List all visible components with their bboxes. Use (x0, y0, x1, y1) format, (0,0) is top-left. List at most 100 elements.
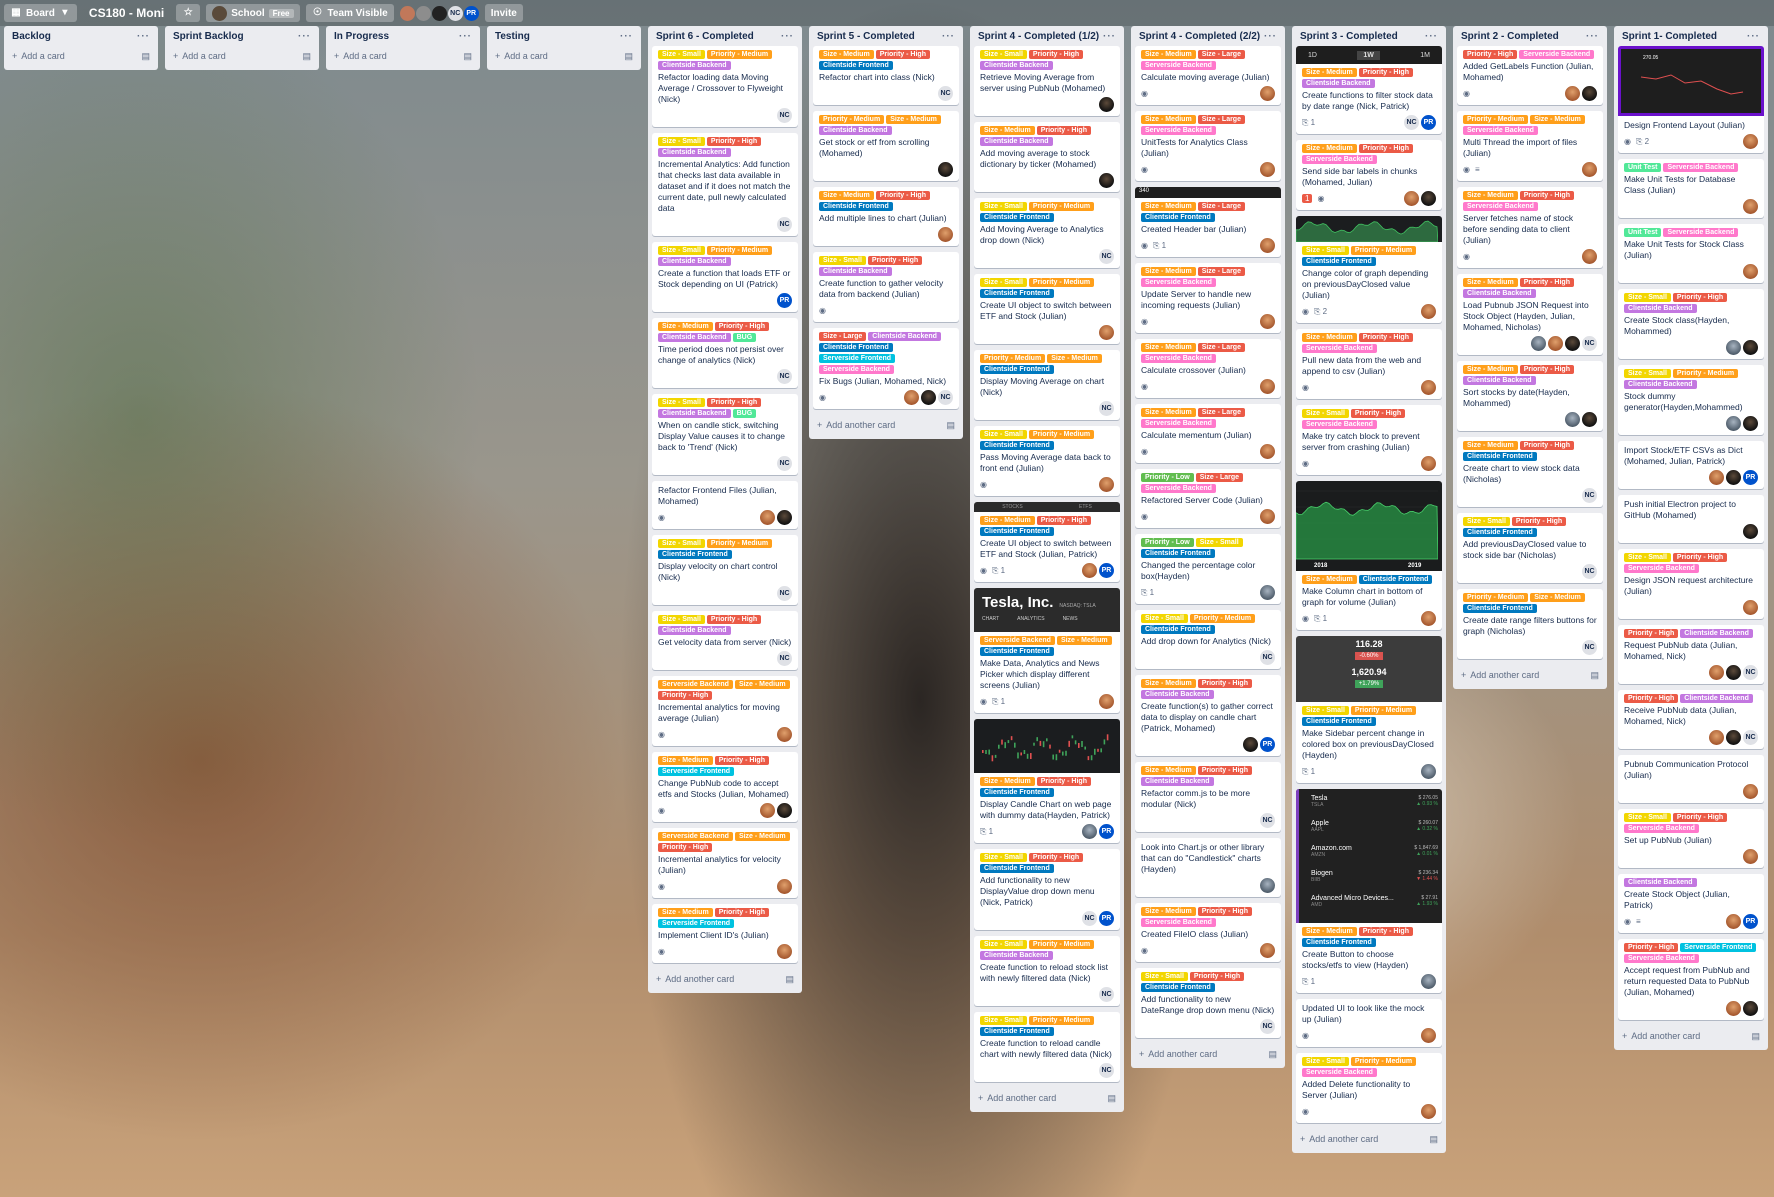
card-label[interactable]: Priority - Medium (1028, 430, 1095, 439)
member-avatar[interactable] (1743, 416, 1758, 431)
member-avatar[interactable] (1260, 379, 1275, 394)
star-button[interactable]: ☆ (176, 4, 201, 22)
member-avatar[interactable] (1582, 412, 1597, 427)
member-avatar[interactable] (1709, 730, 1724, 745)
card-label[interactable]: Clientside Backend (819, 267, 892, 276)
list-menu-icon[interactable]: ··· (298, 31, 311, 42)
card-label[interactable]: Serverside Backend (1141, 278, 1216, 287)
card-label[interactable]: Priority - High (1519, 278, 1574, 287)
card[interactable]: Size - Medium Priority - High Clientside F… (813, 46, 959, 105)
card[interactable]: Import Stock/ETF CSVs as Dict (Mohamed, … (1618, 441, 1764, 489)
card-label[interactable]: Size - Large (819, 332, 867, 341)
member-avatar[interactable]: NC (1404, 115, 1419, 130)
member-avatar[interactable] (904, 390, 919, 405)
card-label[interactable]: Clientside Backend (1680, 629, 1753, 638)
card-title[interactable]: Updated UI to look like the mock up (Jul… (1302, 1003, 1436, 1025)
card-label[interactable]: Clientside Backend (980, 137, 1053, 146)
member-avatar[interactable] (1743, 1001, 1758, 1016)
card-label[interactable]: Size - Medium (980, 516, 1035, 525)
card-label[interactable]: Size - Small (1302, 409, 1349, 418)
card-title[interactable]: Create Stock Object (Julian, Patrick) (1624, 889, 1758, 911)
card[interactable]: Size - Medium Priority - High Serverside F… (652, 752, 798, 822)
member-avatar[interactable] (1404, 191, 1419, 206)
card-label[interactable]: Clientside Frontend (1463, 604, 1537, 613)
list-title[interactable]: Sprint 6 - Completed (656, 31, 754, 42)
list-menu-icon[interactable]: ··· (137, 31, 150, 42)
card-title[interactable]: Create UI object to switch between ETF a… (980, 300, 1114, 322)
member-avatar[interactable] (1726, 340, 1741, 355)
card[interactable]: Size - Medium Priority - High Clientside B… (1135, 762, 1281, 832)
list-menu-icon[interactable]: ··· (1747, 31, 1760, 42)
card-label[interactable]: Clientside Frontend (1463, 452, 1537, 461)
team-button[interactable]: School Free (206, 4, 300, 22)
card-label[interactable]: Size - Small (658, 137, 705, 146)
card[interactable]: Size - Small Priority - Medium Clientside … (974, 274, 1120, 344)
card[interactable]: Size - Medium Priority - High Clientside B… (652, 318, 798, 388)
card[interactable]: Priority - Low Size - Large Serverside Bac… (1135, 469, 1281, 528)
member-avatar[interactable] (1421, 456, 1436, 471)
list-title[interactable]: Sprint 5 - Completed (817, 31, 915, 42)
card[interactable]: Size - Medium Priority - High Clientside F… (974, 719, 1120, 843)
member-avatar[interactable]: NC (1582, 640, 1597, 655)
add-card-composer[interactable]: + Add another card ▤ (1296, 1129, 1442, 1149)
card-template-icon[interactable]: ▤ (946, 420, 955, 431)
card-title[interactable]: Multi Thread the import of files (Julian… (1463, 137, 1597, 159)
card-title[interactable]: Change PubNub code to accept etfs and St… (658, 778, 792, 800)
card-label[interactable]: Size - Small (1624, 293, 1671, 302)
card-label[interactable]: Clientside Backend (980, 61, 1053, 70)
member-avatar[interactable] (1743, 524, 1758, 539)
card-title[interactable]: Refactor loading data Moving Average / C… (658, 72, 792, 105)
board-member-avatar[interactable]: NC (447, 5, 463, 21)
card[interactable]: Push initial Electron project to GitHub … (1618, 495, 1764, 543)
member-avatar[interactable] (1260, 238, 1275, 253)
member-avatar[interactable] (1743, 340, 1758, 355)
member-avatar[interactable] (1531, 336, 1546, 351)
member-avatar[interactable] (1565, 86, 1580, 101)
card[interactable]: Updated UI to look like the mock up (Jul… (1296, 999, 1442, 1047)
card-label[interactable]: Priority - High (1189, 972, 1245, 981)
card-label[interactable]: Serverside Frontend (658, 919, 735, 928)
card-label[interactable]: Size - Large (1197, 50, 1245, 59)
card-label[interactable]: BUG (732, 409, 757, 418)
card-title[interactable]: Make Unit Tests for Stock Class (Julian) (1624, 239, 1758, 261)
card[interactable]: Priority - Medium Size - Medium Clientside… (974, 350, 1120, 420)
card[interactable]: Size - Small Priority - High Clientside Ba… (1618, 289, 1764, 359)
card[interactable]: Priority - Medium Size - Medium Serverside… (1457, 111, 1603, 181)
member-avatar[interactable] (1082, 563, 1097, 578)
card[interactable]: Size - Small Priority - High Serverside Ba… (1618, 809, 1764, 868)
card-label[interactable]: Size - Small (980, 50, 1027, 59)
member-avatar[interactable] (1421, 974, 1436, 989)
card-label[interactable]: Size - Medium (1141, 766, 1196, 775)
card-template-icon[interactable]: ▤ (1751, 1031, 1760, 1042)
card-label[interactable]: Priority - High (867, 256, 923, 265)
card-label[interactable]: Clientside Frontend (1302, 717, 1376, 726)
member-avatar[interactable] (1582, 162, 1597, 177)
card-label[interactable]: Clientside Frontend (980, 365, 1054, 374)
card-template-icon[interactable]: ▤ (141, 51, 150, 62)
card[interactable]: Size - Medium Priority - High Clientside B… (974, 122, 1120, 192)
card[interactable]: Priority - High Clientside Backend Request… (1618, 625, 1764, 684)
card-label[interactable]: Clientside Backend (658, 257, 731, 266)
card-label[interactable]: Priority - High (1624, 629, 1679, 638)
card[interactable]: 340 Size - Medium Size - Large Clientside F… (1135, 187, 1281, 257)
card-title[interactable]: Accept request from PubNub and return re… (1624, 965, 1758, 998)
member-avatar[interactable] (777, 879, 792, 894)
card-label[interactable]: Priority - Medium (1028, 202, 1095, 211)
card-label[interactable]: Priority - High (1672, 813, 1728, 822)
member-avatar[interactable] (1260, 162, 1275, 177)
card-label[interactable]: Size - Medium (886, 115, 941, 124)
member-avatar[interactable] (1099, 325, 1114, 340)
member-avatar[interactable]: NC (1582, 564, 1597, 579)
card-label[interactable]: Priority - High (1358, 144, 1413, 153)
card-label[interactable]: Priority - Medium (1350, 706, 1417, 715)
member-avatar[interactable]: NC (938, 390, 953, 405)
card[interactable]: Size - Small Priority - Medium Clientside … (974, 426, 1120, 496)
card[interactable]: Size - Medium Priority - High Clientside B… (1457, 361, 1603, 431)
card-title[interactable]: Incremental Analytics: Add function that… (658, 159, 792, 214)
card-label[interactable]: Clientside Backend (1463, 376, 1536, 385)
member-avatar[interactable]: NC (777, 369, 792, 384)
list-title[interactable]: Sprint 4 - Completed (1/2) (978, 31, 1099, 42)
card-label[interactable]: Size - Small (980, 202, 1027, 211)
card-label[interactable]: Size - Large (1197, 202, 1245, 211)
card-title[interactable]: Receive PubNub data (Julian, Mohamed, Ni… (1624, 705, 1758, 727)
